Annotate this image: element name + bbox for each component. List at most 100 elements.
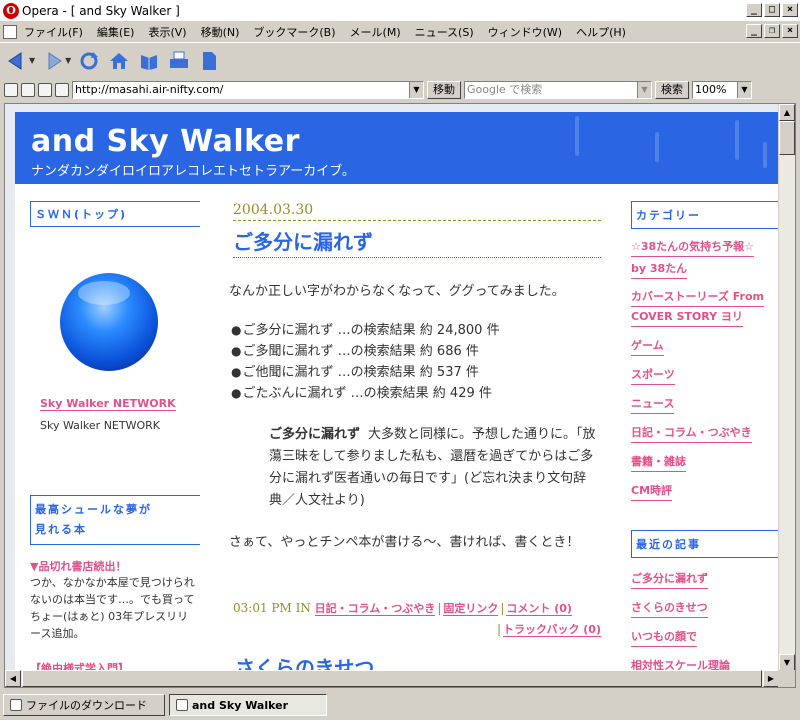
page-tab-bar: ファイルのダウンロード and Sky Walker: [0, 690, 800, 720]
post-title[interactable]: ご多分に漏れず: [233, 226, 601, 258]
scroll-left-arrow-icon[interactable]: ◀: [5, 670, 21, 687]
category-link[interactable]: COVER STORY ヨリ: [631, 308, 743, 327]
list-item: ごたぶんに漏れず …の検索結果 約 429 件: [231, 383, 500, 404]
site-banner: and Sky Walker ナンダカンダイロイロアレコレエトセトラアーカイブ。: [15, 112, 778, 184]
banner-decoration: [575, 116, 579, 156]
page-button[interactable]: [197, 49, 221, 73]
list-item: ご多分に漏れず …の検索結果 約 24,800 件: [231, 320, 499, 341]
go-button[interactable]: 移動: [427, 81, 461, 99]
menu-file[interactable]: ファイル(F): [17, 24, 90, 40]
scroll-up-arrow-icon[interactable]: ▲: [779, 104, 795, 121]
security-icon[interactable]: [4, 83, 18, 97]
address-dropdown-icon[interactable]: ▼: [409, 82, 423, 98]
menu-navigate[interactable]: 移動(N): [194, 24, 247, 40]
category-link[interactable]: 書籍・雑誌: [631, 453, 686, 472]
vertical-scroll-thumb[interactable]: [779, 121, 795, 155]
menu-bar: ファイル(F) 編集(E) 表示(V) 移動(N) ブックマーク(B) メール(…: [0, 22, 800, 41]
vertical-scrollbar[interactable]: ▲ ▼: [778, 104, 795, 671]
trackback-link[interactable]: トラックバック (0): [503, 623, 601, 637]
page-info-icon[interactable]: [38, 83, 52, 97]
zoom-select[interactable]: 100% ▼: [692, 81, 752, 99]
horizontal-scroll-thumb[interactable]: [22, 670, 762, 687]
search-engine-dropdown-icon[interactable]: ▼: [637, 82, 651, 98]
window-titlebar: O Opera - [ and Sky Walker ] _ □ ×: [0, 0, 800, 22]
maximize-button[interactable]: □: [764, 3, 780, 17]
search-placeholder: Google で検索: [467, 83, 543, 96]
menu-window[interactable]: ウィンドウ(W): [481, 24, 569, 40]
category-link[interactable]: CM時評: [631, 482, 673, 501]
list-item: ご多聞に漏れず …の検索結果 約 686 件: [231, 341, 500, 362]
network-link[interactable]: Sky Walker NETWORK: [40, 397, 176, 411]
reload-button[interactable]: [77, 49, 101, 73]
category-link[interactable]: カバーストーリーズ From: [631, 288, 764, 307]
recent-post-link[interactable]: いつもの顔で: [631, 628, 697, 647]
home-button[interactable]: [107, 49, 131, 73]
back-icon: [8, 51, 22, 70]
back-history-arrow[interactable]: ▼: [29, 56, 35, 65]
page-tab-label: and Sky Walker: [192, 698, 289, 712]
horizontal-scrollbar[interactable]: ◀ ▶: [5, 670, 780, 687]
web-page: and Sky Walker ナンダカンダイロイロアレコレエトセトラアーカイブ。…: [5, 104, 779, 671]
banner-decoration: [655, 132, 659, 162]
quote-term: ご多分に漏れず: [269, 427, 361, 442]
search-input[interactable]: Google で検索 ▼: [464, 81, 652, 99]
scroll-right-arrow-icon[interactable]: ▶: [763, 670, 779, 687]
comment-link[interactable]: コメント (0): [506, 602, 572, 616]
recent-post-link[interactable]: ご多分に漏れず: [631, 570, 708, 589]
search-button[interactable]: 検索: [655, 81, 689, 99]
category-link[interactable]: スポーツ: [631, 366, 675, 385]
forward-icon: [48, 51, 63, 70]
print-button[interactable]: [167, 49, 191, 73]
address-input[interactable]: http://masahi.air-nifty.com/ ▼: [72, 81, 424, 99]
address-url: http://masahi.air-nifty.com/: [75, 83, 224, 96]
banner-decoration: [763, 142, 767, 168]
menu-edit[interactable]: 編集(E): [90, 24, 142, 40]
doc-close-button[interactable]: ×: [782, 24, 798, 38]
download-tab[interactable]: ファイルのダウンロード: [3, 694, 165, 716]
category-link[interactable]: 日記・コラム・つぶやき: [631, 424, 752, 443]
menu-news[interactable]: ニュース(S): [408, 24, 481, 40]
menu-view[interactable]: 表示(V): [141, 24, 193, 40]
category-heading: カテゴリー: [631, 201, 778, 229]
recent-post-link[interactable]: さくらのきせつ: [631, 599, 708, 618]
doc-restore-button[interactable]: ❐: [764, 24, 780, 38]
window-title: Opera - [ and Sky Walker ]: [22, 3, 180, 18]
category-link[interactable]: by 38たん: [631, 260, 688, 279]
dictionary-quote: ご多分に漏れず 大多数と同様に。予想した通りに。「放蕩三昧をして参りました私も、還…: [269, 424, 599, 512]
next-post-title[interactable]: さくらのきせつ: [235, 652, 374, 671]
blue-sphere-logo[interactable]: [58, 271, 160, 373]
lock-icon[interactable]: [55, 83, 69, 97]
recent-post-link[interactable]: 相対性スケール理論: [631, 657, 730, 671]
forward-button[interactable]: [41, 49, 65, 73]
post-date: 2004.03.30: [233, 202, 601, 221]
document-controls: _ ❐ ×: [746, 24, 798, 38]
menu-help[interactable]: ヘルプ(H): [569, 24, 633, 40]
page-viewport: and Sky Walker ナンダカンダイロイロアレコレエトセトラアーカイブ。…: [4, 103, 796, 688]
menu-bookmarks[interactable]: ブックマーク(B): [246, 24, 342, 40]
post-category-link[interactable]: 日記・コラム・つぶやき: [314, 602, 436, 616]
minimize-button[interactable]: _: [746, 3, 762, 17]
bookmarks-button[interactable]: [137, 49, 161, 73]
post-footer-line2: | トラックバック (0): [496, 622, 601, 637]
post-intro: なんか正しい字がわからなくなって、ググってみました。: [229, 284, 565, 299]
sold-out-headline[interactable]: ▼品切れ書店続出！: [30, 558, 126, 574]
page-tab[interactable]: and Sky Walker: [169, 694, 327, 716]
bookmarks-icon: [141, 54, 158, 70]
site-title[interactable]: and Sky Walker: [31, 124, 300, 159]
scroll-down-arrow-icon[interactable]: ▼: [779, 654, 795, 671]
doc-minimize-button[interactable]: _: [746, 24, 762, 38]
close-button[interactable]: ×: [782, 3, 798, 17]
best-book-heading: 最高シュールな夢が 見れる本: [30, 495, 200, 545]
zoom-dropdown-icon[interactable]: ▼: [737, 82, 751, 98]
permalink[interactable]: 固定リンク: [443, 602, 499, 616]
menu-mail[interactable]: メール(M): [343, 24, 408, 40]
back-button[interactable]: [5, 49, 29, 73]
zoom-value: 100%: [695, 83, 727, 96]
cookie-icon[interactable]: [21, 83, 35, 97]
category-link[interactable]: ゲーム: [631, 337, 664, 356]
category-link[interactable]: ☆38たんの気持ち予報☆: [631, 238, 755, 257]
best-book-heading-line2: 見れる本: [35, 523, 87, 536]
post-outro: さぁて、やっとチンペ本が書ける〜、書ければ、書くとき！: [229, 535, 580, 550]
category-link[interactable]: ニュース: [631, 395, 675, 414]
forward-history-arrow[interactable]: ▼: [65, 56, 71, 65]
